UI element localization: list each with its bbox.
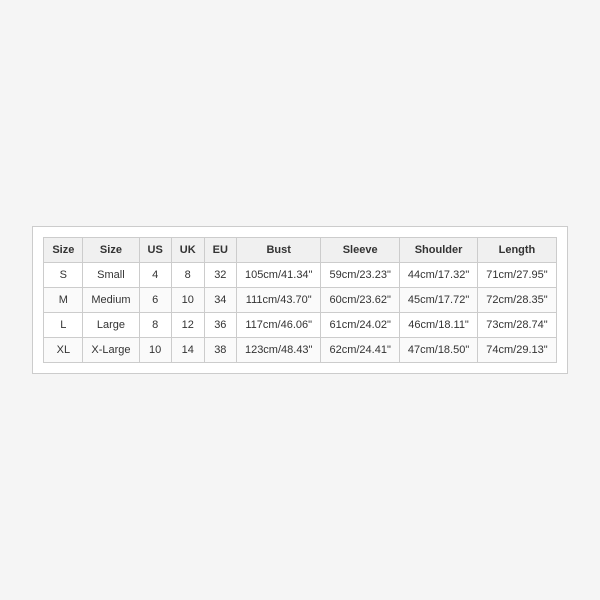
col-header-uk: UK: [171, 238, 204, 263]
cell-us: 4: [139, 263, 171, 288]
cell-size-name: Large: [83, 313, 139, 338]
cell-eu: 38: [204, 338, 236, 363]
cell-us: 6: [139, 288, 171, 313]
cell-sleeve: 61cm/24.02": [321, 313, 399, 338]
cell-bust: 105cm/41.34": [236, 263, 321, 288]
cell-us: 10: [139, 338, 171, 363]
cell-shoulder: 45cm/17.72": [399, 288, 477, 313]
col-header-bust: Bust: [236, 238, 321, 263]
cell-bust: 117cm/46.06": [236, 313, 321, 338]
cell-uk: 8: [171, 263, 204, 288]
cell-size-name: X-Large: [83, 338, 139, 363]
cell-length: 71cm/27.95": [478, 263, 556, 288]
cell-eu: 34: [204, 288, 236, 313]
table-row: LLarge81236117cm/46.06"61cm/24.02"46cm/1…: [44, 313, 556, 338]
cell-uk: 12: [171, 313, 204, 338]
cell-size-code: L: [44, 313, 83, 338]
cell-uk: 10: [171, 288, 204, 313]
cell-size-code: XL: [44, 338, 83, 363]
size-chart-table: Size Size US UK EU Bust Sleeve Shoulder …: [43, 237, 556, 363]
col-header-sleeve: Sleeve: [321, 238, 399, 263]
col-header-shoulder: Shoulder: [399, 238, 477, 263]
col-header-size-code: Size: [44, 238, 83, 263]
col-header-size-name: Size: [83, 238, 139, 263]
table-row: SSmall4832105cm/41.34"59cm/23.23"44cm/17…: [44, 263, 556, 288]
cell-size-name: Medium: [83, 288, 139, 313]
cell-eu: 32: [204, 263, 236, 288]
cell-bust: 111cm/43.70": [236, 288, 321, 313]
cell-sleeve: 59cm/23.23": [321, 263, 399, 288]
cell-shoulder: 47cm/18.50": [399, 338, 477, 363]
col-header-length: Length: [478, 238, 556, 263]
cell-us: 8: [139, 313, 171, 338]
cell-length: 74cm/29.13": [478, 338, 556, 363]
table-header-row: Size Size US UK EU Bust Sleeve Shoulder …: [44, 238, 556, 263]
col-header-us: US: [139, 238, 171, 263]
cell-shoulder: 44cm/17.32": [399, 263, 477, 288]
cell-sleeve: 60cm/23.62": [321, 288, 399, 313]
cell-length: 72cm/28.35": [478, 288, 556, 313]
cell-size-code: M: [44, 288, 83, 313]
table-row: MMedium61034111cm/43.70"60cm/23.62"45cm/…: [44, 288, 556, 313]
size-chart-container: Size Size US UK EU Bust Sleeve Shoulder …: [32, 226, 567, 374]
cell-eu: 36: [204, 313, 236, 338]
cell-size-name: Small: [83, 263, 139, 288]
cell-bust: 123cm/48.43": [236, 338, 321, 363]
cell-shoulder: 46cm/18.11": [399, 313, 477, 338]
cell-uk: 14: [171, 338, 204, 363]
table-row: XLX-Large101438123cm/48.43"62cm/24.41"47…: [44, 338, 556, 363]
col-header-eu: EU: [204, 238, 236, 263]
cell-sleeve: 62cm/24.41": [321, 338, 399, 363]
cell-size-code: S: [44, 263, 83, 288]
cell-length: 73cm/28.74": [478, 313, 556, 338]
